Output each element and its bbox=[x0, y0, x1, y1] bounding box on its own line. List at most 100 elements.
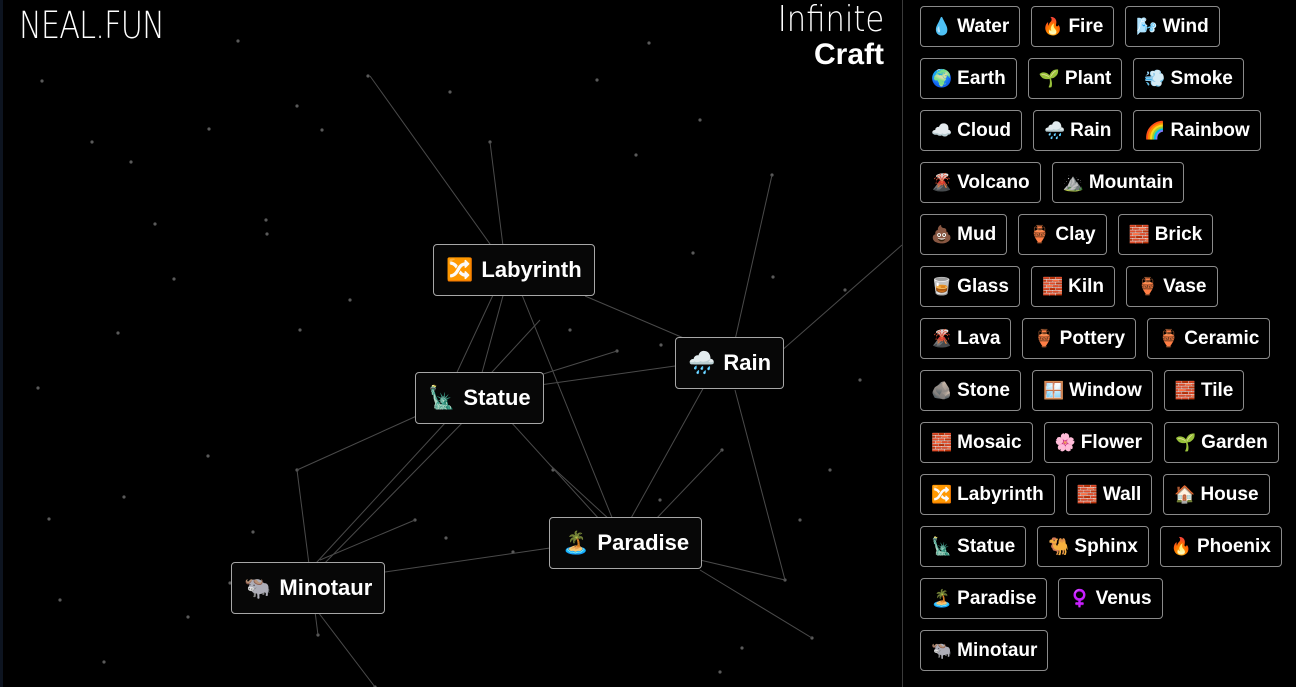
connection-line bbox=[734, 174, 773, 341]
mountain-icon: ⛰️ bbox=[1062, 172, 1084, 193]
sidebar-item-label: Brick bbox=[1154, 223, 1203, 245]
sidebar-item-venus[interactable]: ♀️ Venus bbox=[1058, 578, 1163, 619]
sidebar-item-house[interactable]: 🏠 House bbox=[1163, 474, 1270, 515]
sidebar-item-kiln[interactable]: 🧱 Kiln bbox=[1030, 266, 1115, 307]
sidebar-item-label: Wall bbox=[1102, 483, 1142, 505]
sidebar-item-label: Stone bbox=[957, 379, 1010, 401]
background-star bbox=[348, 298, 352, 302]
canvas-node-labyrinth[interactable]: 🔀 Labyrinth bbox=[433, 244, 595, 296]
sidebar-item-label: Paradise bbox=[957, 587, 1037, 609]
connection-line bbox=[699, 569, 813, 639]
sidebar-row: 🌍 Earth 🌱 Plant 💨 Smoke bbox=[920, 58, 1296, 99]
sidebar-item-mosaic[interactable]: 🧱 Mosaic bbox=[920, 422, 1033, 463]
sidebar-item-label: Lava bbox=[957, 327, 1001, 349]
sidebar-item-wind[interactable]: 🌬️ Wind bbox=[1125, 6, 1220, 47]
sidebar-row: ☁️ Cloud 🌧️ Rain 🌈 Rainbow bbox=[920, 110, 1296, 151]
sidebar-item-paradise[interactable]: 🏝️ Paradise bbox=[920, 578, 1048, 619]
sidebar-item-wall[interactable]: 🧱 Wall bbox=[1065, 474, 1153, 515]
sidebar-item-smoke[interactable]: 💨 Smoke bbox=[1133, 58, 1244, 99]
sidebar-item-statue[interactable]: 🗽 Statue bbox=[920, 526, 1027, 567]
background-star bbox=[122, 495, 126, 499]
title-craft: Craft bbox=[813, 38, 884, 71]
sidebar-item-flower[interactable]: 🌸 Flower bbox=[1043, 422, 1153, 463]
sidebar-item-label: Sphinx bbox=[1074, 535, 1138, 557]
fire-icon: 🔥 bbox=[1170, 536, 1192, 557]
sidebar-row: 🪨 Stone 🪟 Window 🧱 Tile bbox=[920, 370, 1296, 411]
sidebar-item-label: Wind bbox=[1162, 15, 1209, 37]
sidebar-item-glass[interactable]: 🥃 Glass bbox=[920, 266, 1020, 307]
fire-icon: 🔥 bbox=[1042, 16, 1064, 37]
sidebar-item-rainbow[interactable]: 🌈 Rainbow bbox=[1133, 110, 1261, 151]
connection-line bbox=[779, 244, 902, 353]
sidebar-item-garden[interactable]: 🌱 Garden bbox=[1164, 422, 1279, 463]
background-star bbox=[36, 386, 40, 390]
elements-sidebar[interactable]: 💧 Water 🔥 Fire 🌬️ Wind 🌍 Earth 🌱 Plant 💨 Smoke… bbox=[902, 0, 1296, 687]
background-star bbox=[858, 378, 862, 382]
craft-canvas[interactable]: NEAL.FUN Infinite Craft 🔀 Labyrinth 🌧️ R… bbox=[0, 0, 902, 687]
connection-line bbox=[384, 547, 551, 573]
sidebar-item-earth[interactable]: 🌍 Earth bbox=[920, 58, 1017, 99]
sidebar-item-brick[interactable]: 🧱 Brick bbox=[1117, 214, 1214, 255]
sidebar-item-label: Water bbox=[957, 15, 1010, 37]
background-star bbox=[740, 646, 744, 650]
background-star bbox=[691, 251, 695, 255]
sidebar-item-label: Ceramic bbox=[1184, 327, 1260, 349]
connection-line bbox=[734, 389, 786, 581]
island-icon: 🏝️ bbox=[562, 530, 590, 556]
background-star bbox=[444, 536, 448, 540]
background-star bbox=[236, 39, 240, 43]
sidebar-item-mountain[interactable]: ⛰️ Mountain bbox=[1051, 162, 1185, 203]
brick-icon: 🧱 bbox=[1041, 276, 1064, 297]
background-star bbox=[102, 660, 106, 664]
canvas-node-label: Paradise bbox=[597, 530, 690, 555]
connection-line bbox=[539, 350, 618, 376]
background-star bbox=[58, 598, 62, 602]
sidebar-item-window[interactable]: 🪟 Window bbox=[1031, 370, 1153, 411]
sidebar-item-label: Venus bbox=[1095, 587, 1152, 609]
window-icon: 🪟 bbox=[1042, 380, 1065, 401]
sidebar-item-ceramic[interactable]: 🏺 Ceramic bbox=[1147, 318, 1271, 359]
canvas-node-paradise[interactable]: 🏝️ Paradise bbox=[549, 517, 703, 569]
sidebar-row: 💧 Water 🔥 Fire 🌬️ Wind bbox=[920, 6, 1296, 47]
sidebar-item-pottery[interactable]: 🏺 Pottery bbox=[1022, 318, 1137, 359]
sidebar-item-label: Tile bbox=[1200, 379, 1234, 401]
sidebar-item-fire[interactable]: 🔥 Fire bbox=[1031, 6, 1115, 47]
sidebar-item-clay[interactable]: 🏺 Clay bbox=[1018, 214, 1107, 255]
sidebar-item-tile[interactable]: 🧱 Tile bbox=[1163, 370, 1245, 411]
background-star bbox=[47, 517, 51, 521]
canvas-node-rain[interactable]: 🌧️ Rain bbox=[675, 337, 785, 389]
sidebar-item-label: Phoenix bbox=[1196, 535, 1271, 557]
smoke-icon: 💨 bbox=[1144, 68, 1166, 89]
sidebar-item-label: Mosaic bbox=[957, 431, 1022, 453]
sidebar-item-label: Fire bbox=[1068, 15, 1104, 37]
sidebar-item-lava[interactable]: 🌋 Lava bbox=[920, 318, 1012, 359]
house-icon: 🏠 bbox=[1174, 484, 1196, 505]
statue-icon: 🗽 bbox=[931, 536, 953, 557]
brick-icon: 🧱 bbox=[931, 432, 953, 453]
amphora-icon: 🏺 bbox=[1029, 224, 1051, 245]
canvas-node-label: Statue bbox=[463, 385, 531, 410]
sidebar-item-stone[interactable]: 🪨 Stone bbox=[920, 370, 1021, 411]
sidebar-item-rain[interactable]: 🌧️ Rain bbox=[1033, 110, 1123, 151]
canvas-node-label: Minotaur bbox=[279, 575, 373, 600]
background-star bbox=[206, 454, 210, 458]
sidebar-row: 🏝️ Paradise ♀️ Venus bbox=[920, 578, 1296, 619]
sidebar-item-plant[interactable]: 🌱 Plant bbox=[1027, 58, 1123, 99]
brick-icon: 🧱 bbox=[1174, 380, 1196, 401]
sidebar-item-mud[interactable]: 💩 Mud bbox=[920, 214, 1008, 255]
sidebar-item-labyrinth[interactable]: 🔀 Labyrinth bbox=[920, 474, 1055, 515]
sidebar-item-phoenix[interactable]: 🔥 Phoenix bbox=[1159, 526, 1282, 567]
female-sign-icon: ♀️ bbox=[1069, 588, 1091, 609]
neal-fun-logo[interactable]: NEAL.FUN bbox=[19, 4, 165, 47]
sidebar-item-volcano[interactable]: 🌋 Volcano bbox=[920, 162, 1041, 203]
glass-icon: 🥃 bbox=[931, 276, 953, 297]
canvas-node-minotaur[interactable]: 🐃 Minotaur bbox=[231, 562, 386, 614]
canvas-node-statue[interactable]: 🗽 Statue bbox=[415, 372, 544, 424]
sidebar-item-label: Garden bbox=[1201, 431, 1268, 453]
sidebar-item-water[interactable]: 💧 Water bbox=[920, 6, 1021, 47]
sidebar-item-minotaur[interactable]: 🐃 Minotaur bbox=[920, 630, 1049, 671]
sidebar-item-vase[interactable]: 🏺 Vase bbox=[1126, 266, 1218, 307]
sidebar-item-cloud[interactable]: ☁️ Cloud bbox=[920, 110, 1022, 151]
bull-icon: 🐃 bbox=[931, 640, 953, 661]
sidebar-item-sphinx[interactable]: 🐫 Sphinx bbox=[1037, 526, 1149, 567]
